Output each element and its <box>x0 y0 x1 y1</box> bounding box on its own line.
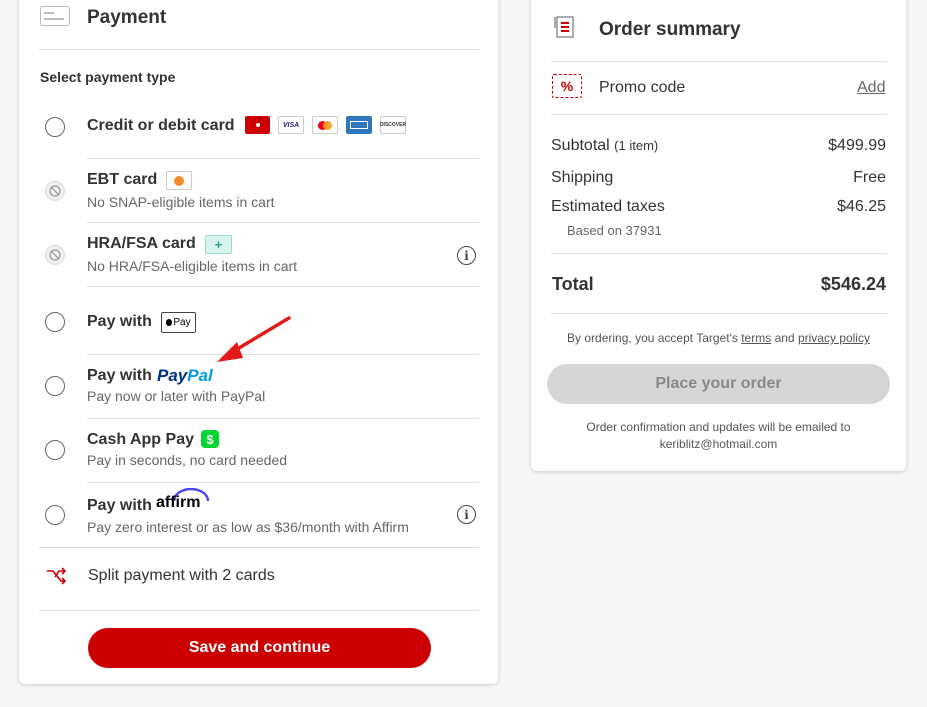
credit-card-radio[interactable] <box>45 117 65 137</box>
ebt-title: EBT card <box>87 171 158 188</box>
ebt-disabled-radio <box>45 181 65 201</box>
affirm-info-icon[interactable]: i <box>457 505 476 524</box>
affirm-radio[interactable] <box>45 505 65 525</box>
terms-prefix: By ordering, you accept Target's <box>567 331 738 345</box>
apple-pay-badge: Pay <box>161 312 196 333</box>
subtotal-label: Subtotal (1 item) <box>551 137 658 155</box>
place-order-button[interactable]: Place your order <box>547 364 890 404</box>
cash-app-subtitle: Pay in seconds, no card needed <box>87 452 288 468</box>
cash-app-radio[interactable] <box>45 440 65 460</box>
affirm-title: Pay with <box>87 497 152 514</box>
privacy-policy-link[interactable]: privacy policy <box>798 331 870 345</box>
amex-icon <box>346 116 372 134</box>
paypal-title: Pay with <box>87 367 152 384</box>
promo-percent-icon: % <box>552 74 582 98</box>
apple-icon <box>166 319 173 326</box>
terms-and: and <box>774 331 795 345</box>
taxes-note: Based on 37931 <box>567 223 662 238</box>
mastercard-icon <box>312 116 338 134</box>
taxes-value: $46.25 <box>837 198 886 215</box>
hra-fsa-card-icon: + <box>205 235 232 254</box>
paypal-logo: PayPal <box>157 366 213 386</box>
shipping-value: Free <box>853 169 886 186</box>
payment-title: Payment <box>87 7 167 28</box>
total-label: Total <box>552 274 594 294</box>
confirmation-email: keriblitz@hotmail.com <box>659 437 778 451</box>
terms-link[interactable]: terms <box>741 331 771 345</box>
subtotal-count: (1 item) <box>614 138 659 153</box>
apple-pay-title: Pay with <box>87 313 152 330</box>
cash-app-title: Cash App Pay <box>87 431 194 448</box>
subtotal-label-text: Subtotal <box>551 137 610 154</box>
ebt-subtitle: No SNAP-eligible items in cart <box>87 194 275 210</box>
payment-panel: Payment Select payment type Credit or de… <box>19 0 498 684</box>
taxes-label: Estimated taxes <box>551 198 665 215</box>
discover-icon: DISCOVER <box>380 116 406 134</box>
payment-card-icon <box>40 6 70 26</box>
apple-pay-label: Pay <box>173 317 191 328</box>
confirmation-note: Order confirmation and updates will be e… <box>586 420 851 434</box>
split-payment-label: Split payment with 2 cards <box>88 567 275 584</box>
cash-app-icon: $ <box>201 430 219 448</box>
save-and-continue-button[interactable]: Save and continue <box>88 628 431 668</box>
hra-fsa-title: HRA/FSA card <box>87 235 196 252</box>
order-summary-title: Order summary <box>599 19 741 40</box>
receipt-icon <box>554 16 574 38</box>
order-summary-panel: Order summary % Promo code Add Subtotal … <box>531 0 906 471</box>
target-card-icon <box>245 116 270 134</box>
split-arrows-icon <box>47 567 66 585</box>
apple-pay-radio[interactable] <box>45 312 65 332</box>
select-payment-type-label: Select payment type <box>40 69 176 85</box>
annotation-arrow-icon <box>217 316 291 362</box>
affirm-subtitle: Pay zero interest or as low as $36/month… <box>87 519 409 535</box>
hra-fsa-info-icon[interactable]: i <box>457 246 476 265</box>
paypal-logo-pay: Pay <box>157 366 188 385</box>
terms-text: By ordering, you accept Target's terms a… <box>531 331 906 345</box>
paypal-logo-pal: Pal <box>187 366 213 385</box>
hra-fsa-subtitle: No HRA/FSA-eligible items in cart <box>87 258 298 274</box>
visa-icon: VISA <box>278 116 304 134</box>
total-value: $546.24 <box>820 274 886 294</box>
credit-card-title: Credit or debit card <box>87 117 235 134</box>
affirm-wordmark: affirm <box>156 494 201 511</box>
paypal-radio[interactable] <box>45 376 65 396</box>
paypal-subtitle: Pay now or later with PayPal <box>87 388 266 404</box>
promo-add-link[interactable]: Add <box>857 79 885 97</box>
ebt-orange-icon <box>166 171 192 190</box>
shipping-label: Shipping <box>551 169 614 186</box>
promo-code-label: Promo code <box>599 79 686 96</box>
subtotal-value: $499.99 <box>828 137 886 154</box>
hra-fsa-disabled-radio <box>45 245 65 265</box>
affirm-logo: affirm <box>156 488 210 512</box>
